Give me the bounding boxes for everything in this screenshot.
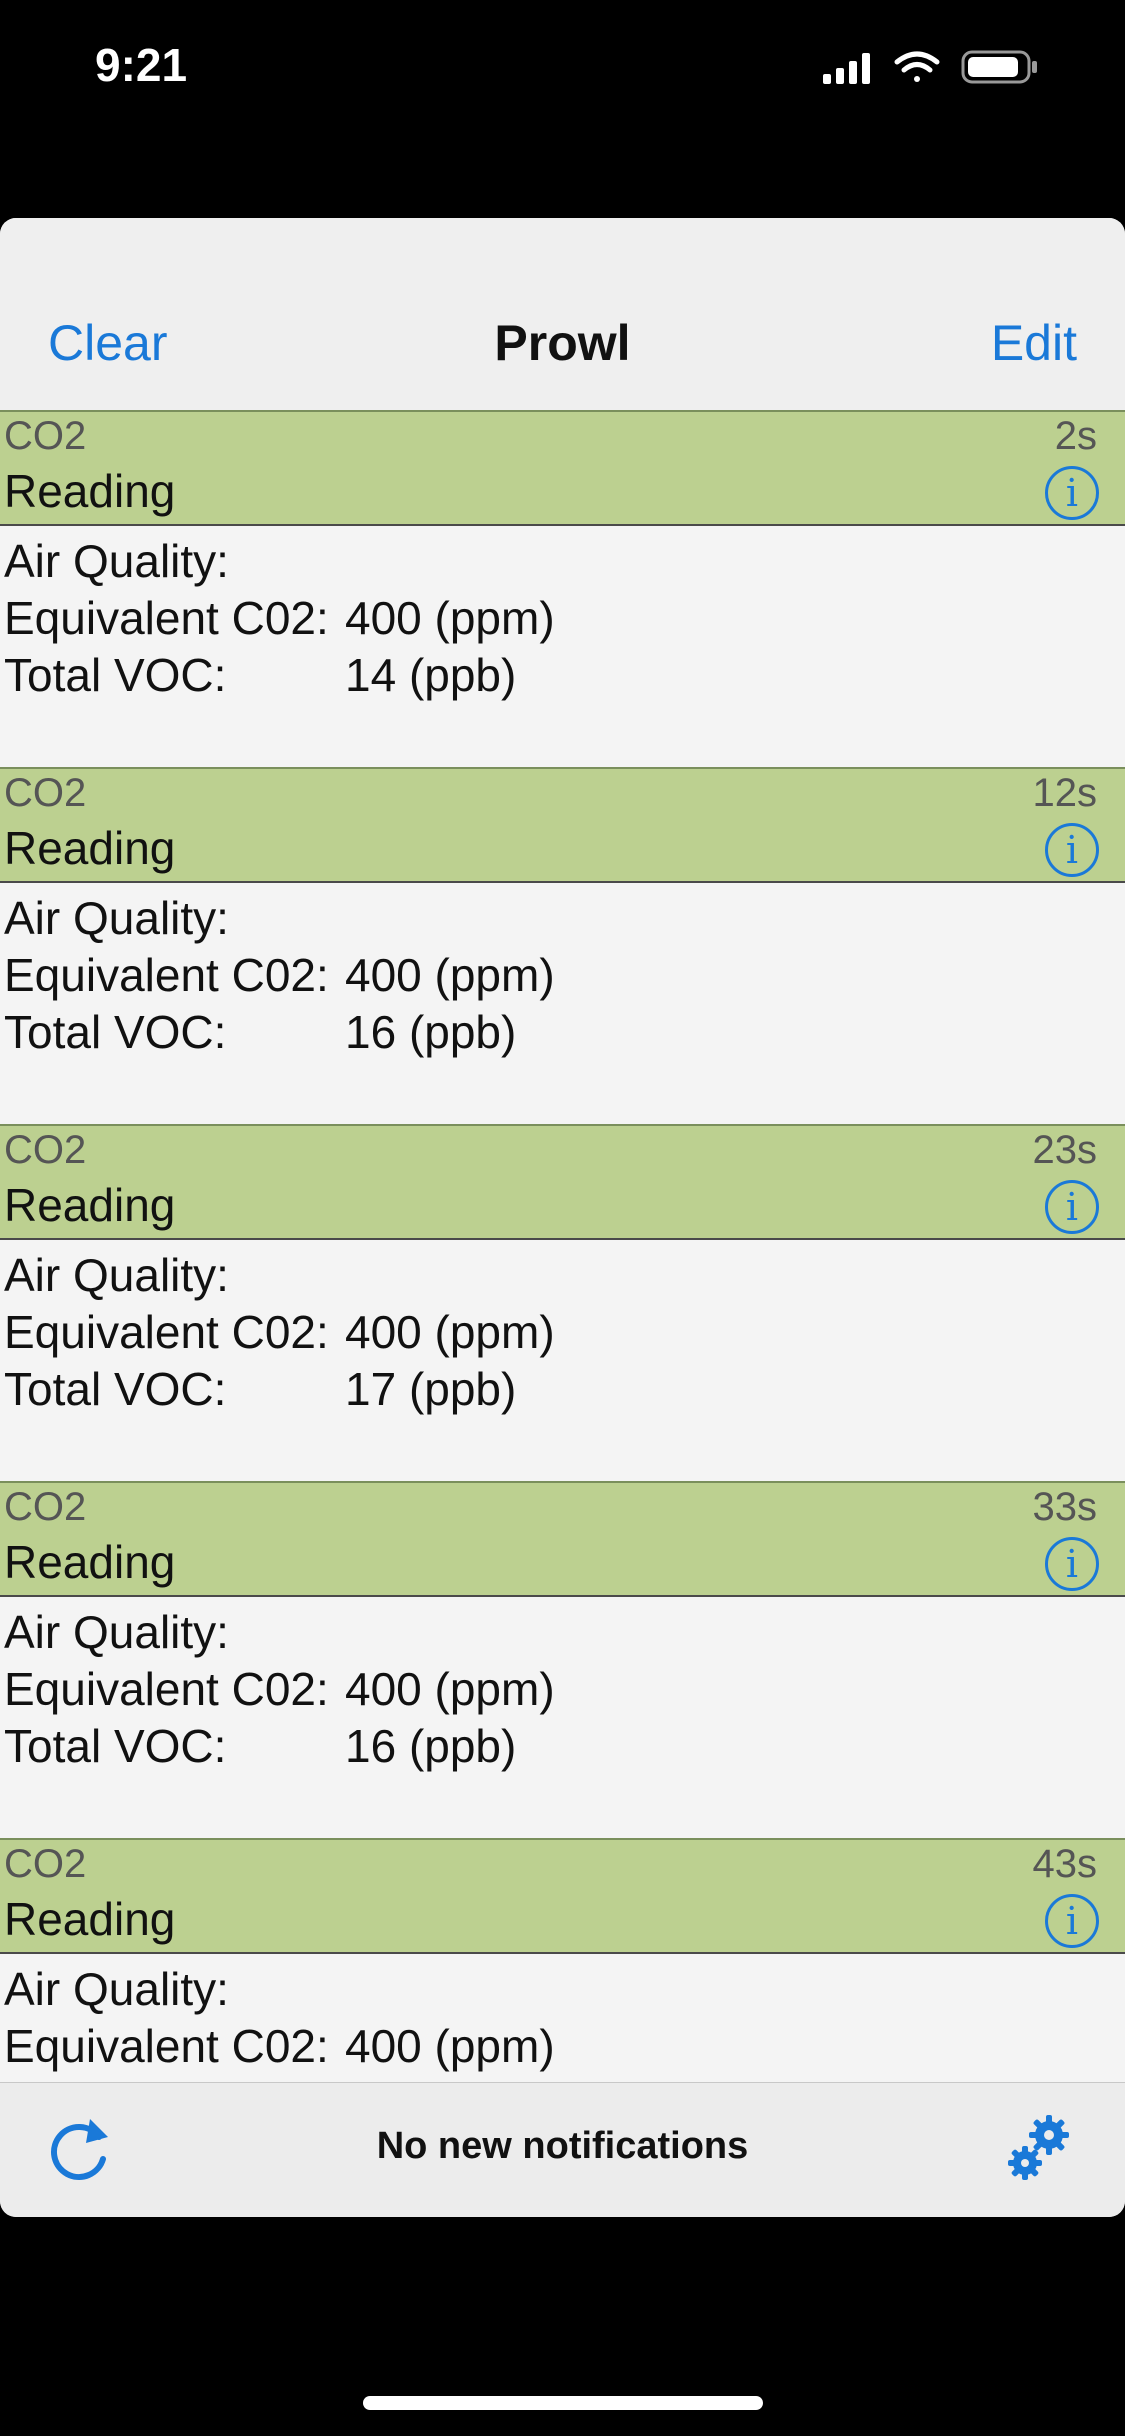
notification-app: CO2 (4, 1128, 87, 1172)
notification-time: 43s (1032, 1842, 1098, 1886)
notification-header: CO2 43s Reading i (0, 1838, 1125, 1954)
body-line: Air Quality: (4, 1606, 229, 1658)
notification-item[interactable]: CO2 2s Reading i Air Quality: Equivalent… (0, 410, 1125, 767)
body-label: Equivalent C02: (4, 2020, 329, 2072)
body-value: 17 (ppb) (345, 1363, 517, 1415)
notification-item[interactable]: CO2 33s Reading i Air Quality: Equivalen… (0, 1481, 1125, 1838)
body-value: 400 (ppm) (345, 1306, 555, 1358)
status-icons (823, 50, 1037, 84)
notification-title: Reading (4, 1179, 176, 1231)
nav-bar: Clear Prowl Edit (0, 218, 1125, 410)
body-label: Total VOC: (4, 1363, 227, 1415)
body-label: Equivalent C02: (4, 592, 329, 644)
notification-title: Reading (4, 1893, 176, 1945)
edit-button[interactable]: Edit (991, 314, 1077, 372)
notification-time: 23s (1032, 1128, 1098, 1172)
body-label: Equivalent C02: (4, 1306, 329, 1358)
info-button[interactable]: i (1045, 823, 1099, 877)
notification-title: Reading (4, 465, 176, 517)
notification-app: CO2 (4, 1842, 87, 1886)
body-value: 16 (ppb) (345, 1006, 517, 1058)
notification-app: CO2 (4, 1485, 87, 1529)
body-label: Equivalent C02: (4, 949, 329, 1001)
info-button[interactable]: i (1045, 1894, 1099, 1948)
body-value: 400 (ppm) (345, 2020, 555, 2072)
body-label: Total VOC: (4, 1720, 227, 1772)
notification-time: 33s (1032, 1485, 1098, 1529)
info-button[interactable]: i (1045, 1180, 1099, 1234)
notification-list[interactable]: CO2 2s Reading i Air Quality: Equivalent… (0, 410, 1125, 2081)
body-value: 400 (ppm) (345, 1663, 555, 1715)
gears-icon[interactable] (1005, 2113, 1075, 2185)
notification-item[interactable]: CO2 23s Reading i Air Quality: Equivalen… (0, 1124, 1125, 1481)
status-bar: 9:21 (0, 0, 1125, 140)
bottom-toolbar: No new notifications (0, 2082, 1125, 2217)
body-line: Air Quality: (4, 535, 229, 587)
info-button[interactable]: i (1045, 466, 1099, 520)
notification-header: CO2 33s Reading i (0, 1481, 1125, 1597)
body-value: 400 (ppm) (345, 949, 555, 1001)
battery-icon (961, 50, 1037, 84)
body-label: Equivalent C02: (4, 1663, 329, 1715)
nav-title: Prowl (494, 315, 631, 371)
notification-body: Air Quality: Equivalent C02: 400 (ppm) T… (0, 1597, 1125, 1838)
body-line: Air Quality: (4, 892, 229, 944)
notification-item[interactable]: CO2 43s Reading i Air Quality: Equivalen… (0, 1838, 1125, 2081)
body-value: 16 (ppb) (345, 1720, 517, 1772)
notification-body: Air Quality: Equivalent C02: 400 (ppm) T… (0, 526, 1125, 767)
notification-time: 2s (1054, 414, 1097, 458)
status-time: 9:21 (95, 39, 188, 91)
notification-app: CO2 (4, 771, 87, 815)
home-indicator[interactable] (363, 2396, 763, 2410)
notification-body: Air Quality: Equivalent C02: 400 (ppm) T… (0, 883, 1125, 1124)
notification-body: Air Quality: Equivalent C02: 400 (ppm) T… (0, 1240, 1125, 1481)
body-line: Air Quality: (4, 1963, 229, 2015)
body-label: Total VOC: (4, 1006, 227, 1058)
notification-title: Reading (4, 822, 176, 874)
body-line: Air Quality: (4, 1249, 229, 1301)
notification-header: CO2 12s Reading i (0, 767, 1125, 883)
notification-title: Reading (4, 1536, 176, 1588)
notification-status-text: No new notifications (376, 2125, 749, 2167)
body-value: 14 (ppb) (345, 649, 517, 701)
notification-body: Air Quality: Equivalent C02: 400 (ppm) (0, 1954, 1125, 2081)
body-value: 400 (ppm) (345, 592, 555, 644)
cellular-signal-icon (823, 53, 870, 84)
notification-header: CO2 23s Reading i (0, 1124, 1125, 1240)
notification-header: CO2 2s Reading i (0, 410, 1125, 526)
notification-sheet: Clear Prowl Edit CO2 2s Reading i Air Qu… (0, 218, 1125, 2217)
notification-app: CO2 (4, 414, 87, 458)
notification-time: 12s (1032, 771, 1098, 815)
info-button[interactable]: i (1045, 1537, 1099, 1591)
notification-item[interactable]: CO2 12s Reading i Air Quality: Equivalen… (0, 767, 1125, 1124)
wifi-icon (894, 51, 940, 82)
body-label: Total VOC: (4, 649, 227, 701)
